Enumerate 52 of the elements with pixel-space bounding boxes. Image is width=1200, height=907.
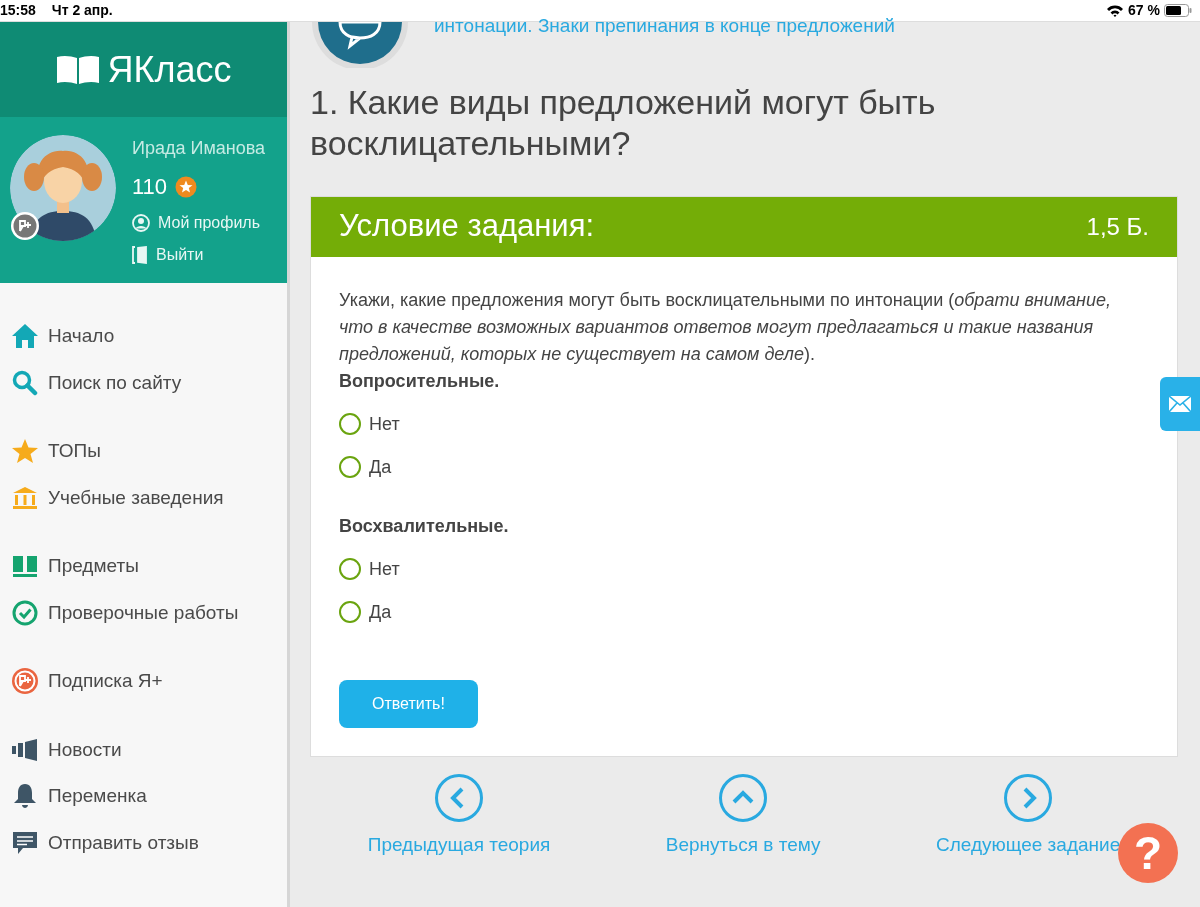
task-heading: Условие задания: xyxy=(339,207,595,246)
menu-item[interactable]: ТОПы xyxy=(0,428,287,475)
task-points: 1,5 Б. xyxy=(1086,211,1149,242)
option-label: Да xyxy=(369,455,392,479)
building-icon xyxy=(12,485,38,510)
task-text: Укажи, какие предложения могут быть восклицательными по интонации (обрати внимание, что в качестве возможных вариантов ответов могут предлагаться и такие названия предложений, которых не существует на самом деле). xyxy=(339,288,1112,366)
menu-item[interactable]: Подписка Я+ xyxy=(0,658,287,705)
chat-icon xyxy=(12,829,38,856)
radio-button[interactable] xyxy=(339,601,361,624)
chevron-left-icon xyxy=(434,772,485,823)
star-icon xyxy=(11,438,39,465)
chevron-right-icon xyxy=(1003,772,1054,823)
menu-item[interactable]: Новости xyxy=(0,726,287,773)
question-title: 1. Какие виды предложений могут быть восклицательными? xyxy=(310,82,937,164)
megaphone-icon xyxy=(11,737,39,762)
option-label: Да xyxy=(369,600,392,624)
radio-button[interactable] xyxy=(339,558,361,581)
battery-icon xyxy=(1164,4,1192,17)
menu-item[interactable]: Предметы xyxy=(0,543,287,590)
status-date: Чт 2 апр. xyxy=(51,1,113,20)
logo-book-icon xyxy=(55,54,100,85)
menu-item[interactable]: Отправить отзыв xyxy=(0,819,287,866)
menu-item[interactable]: Переменка xyxy=(0,773,287,820)
menu-item[interactable]: Начало xyxy=(0,313,287,360)
question-label: Вопросительные. xyxy=(339,369,501,393)
search-icon xyxy=(12,369,38,396)
status-time: 15:58 xyxy=(0,1,36,20)
points-count: 110 xyxy=(132,173,168,201)
star-coin-icon xyxy=(175,175,198,198)
question-label: Восхвалительные. xyxy=(339,514,510,538)
check-circle-icon xyxy=(12,599,38,626)
menu-item[interactable]: Проверочные работы xyxy=(0,589,287,636)
bell-icon xyxy=(13,783,37,810)
option-label: Нет xyxy=(369,412,400,436)
menu-item[interactable]: Учебные заведения xyxy=(0,474,287,521)
home-icon xyxy=(11,323,39,350)
door-icon xyxy=(132,246,148,264)
wifi-icon xyxy=(1106,4,1125,17)
user-icon xyxy=(132,214,150,232)
subscription-badge-icon xyxy=(10,211,40,241)
subscription-icon xyxy=(11,667,39,696)
battery-percent: 67 % xyxy=(1128,1,1160,20)
radio-button[interactable] xyxy=(339,456,361,479)
user-name: Ирада Иманова xyxy=(132,137,266,160)
chevron-up-icon xyxy=(718,772,769,823)
book-icon xyxy=(12,555,38,578)
mail-icon xyxy=(1169,396,1191,412)
logo-text: ЯКласс xyxy=(107,47,232,92)
radio-button[interactable] xyxy=(339,413,361,436)
option-label: Нет xyxy=(369,557,400,581)
menu-item[interactable]: Поиск по сайту xyxy=(0,359,287,406)
mail-tab[interactable] xyxy=(1160,377,1200,431)
